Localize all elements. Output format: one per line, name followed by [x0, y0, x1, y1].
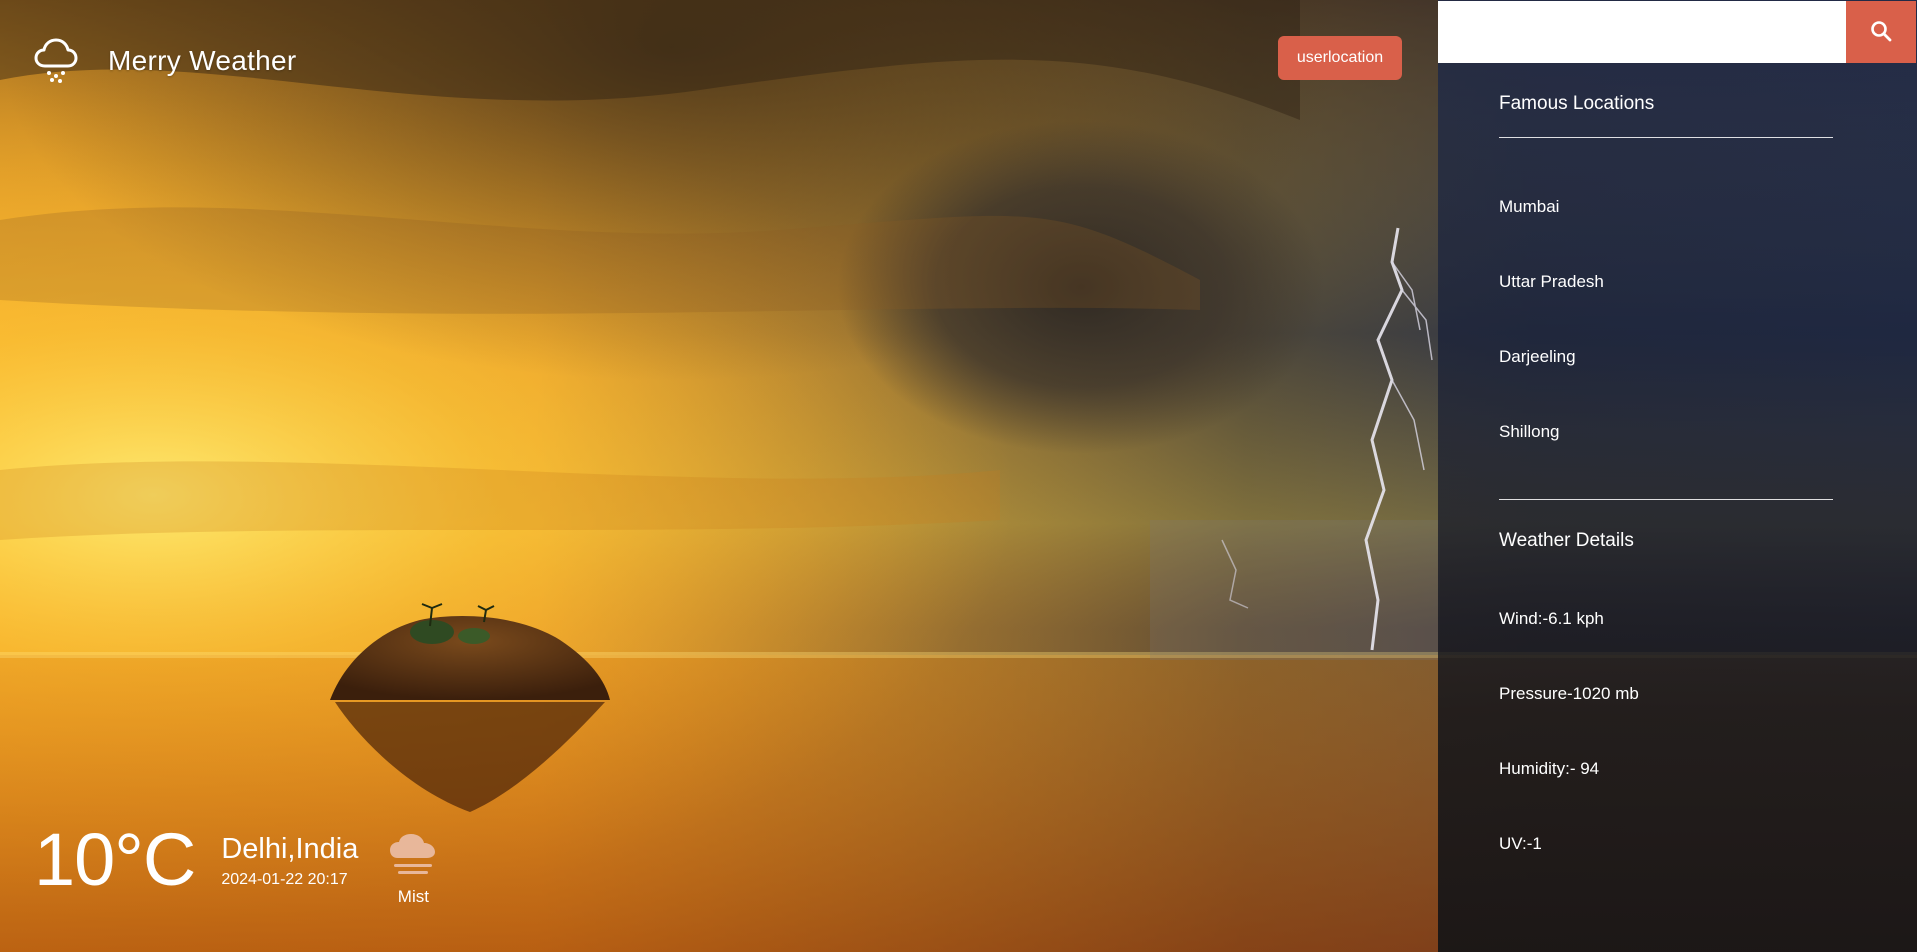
location-item-uttar-pradesh[interactable]: Uttar Pradesh	[1499, 272, 1604, 292]
weather-details-section: Weather Details Wind:-6.1 kph Pressure-1…	[1499, 530, 1833, 860]
app-brand: Merry Weather	[34, 38, 297, 84]
humidity-value: Humidity:- 94	[1499, 759, 1600, 778]
side-panel: Famous Locations Mumbai Uttar Pradesh Da…	[1438, 0, 1917, 952]
search-input[interactable]	[1438, 1, 1846, 63]
current-weather-summary: 10°C Delhi,India 2024-01-22 20:17 Mist	[34, 818, 438, 907]
location-item-shillong[interactable]: Shillong	[1499, 422, 1560, 442]
cloud-snow-icon	[34, 38, 78, 84]
location-item-darjeeling[interactable]: Darjeeling	[1499, 347, 1576, 367]
condition-label: Mist	[397, 887, 429, 906]
weather-details-title: Weather Details	[1499, 530, 1634, 551]
weather-app: Merry Weather userlocation 10°C Delhi,In…	[0, 0, 1917, 952]
wind-value: Wind:-6.1 kph	[1499, 609, 1604, 628]
divider	[1499, 137, 1833, 138]
search-bar	[1438, 0, 1917, 63]
location-name: Delhi,India	[221, 833, 359, 865]
app-title: Merry Weather	[108, 45, 297, 76]
date-time: 2024-01-22 20:17	[221, 871, 348, 888]
divider	[1499, 499, 1833, 500]
location-block: Delhi,India 2024-01-22 20:17	[221, 832, 358, 890]
search-button[interactable]	[1846, 1, 1916, 63]
famous-locations-title: Famous Locations	[1499, 93, 1655, 114]
user-location-button[interactable]: userlocation	[1278, 36, 1402, 80]
condition-block: Mist	[388, 832, 438, 907]
temperature-value: 10°C	[34, 818, 196, 901]
mist-cloud-icon	[388, 832, 438, 881]
location-item-mumbai[interactable]: Mumbai	[1499, 197, 1559, 217]
famous-locations-section: Famous Locations Mumbai Uttar Pradesh Da…	[1499, 93, 1833, 493]
pressure-value: Pressure-1020 mb	[1499, 684, 1639, 703]
uv-value: UV:-1	[1499, 834, 1542, 853]
search-icon	[1870, 20, 1892, 45]
